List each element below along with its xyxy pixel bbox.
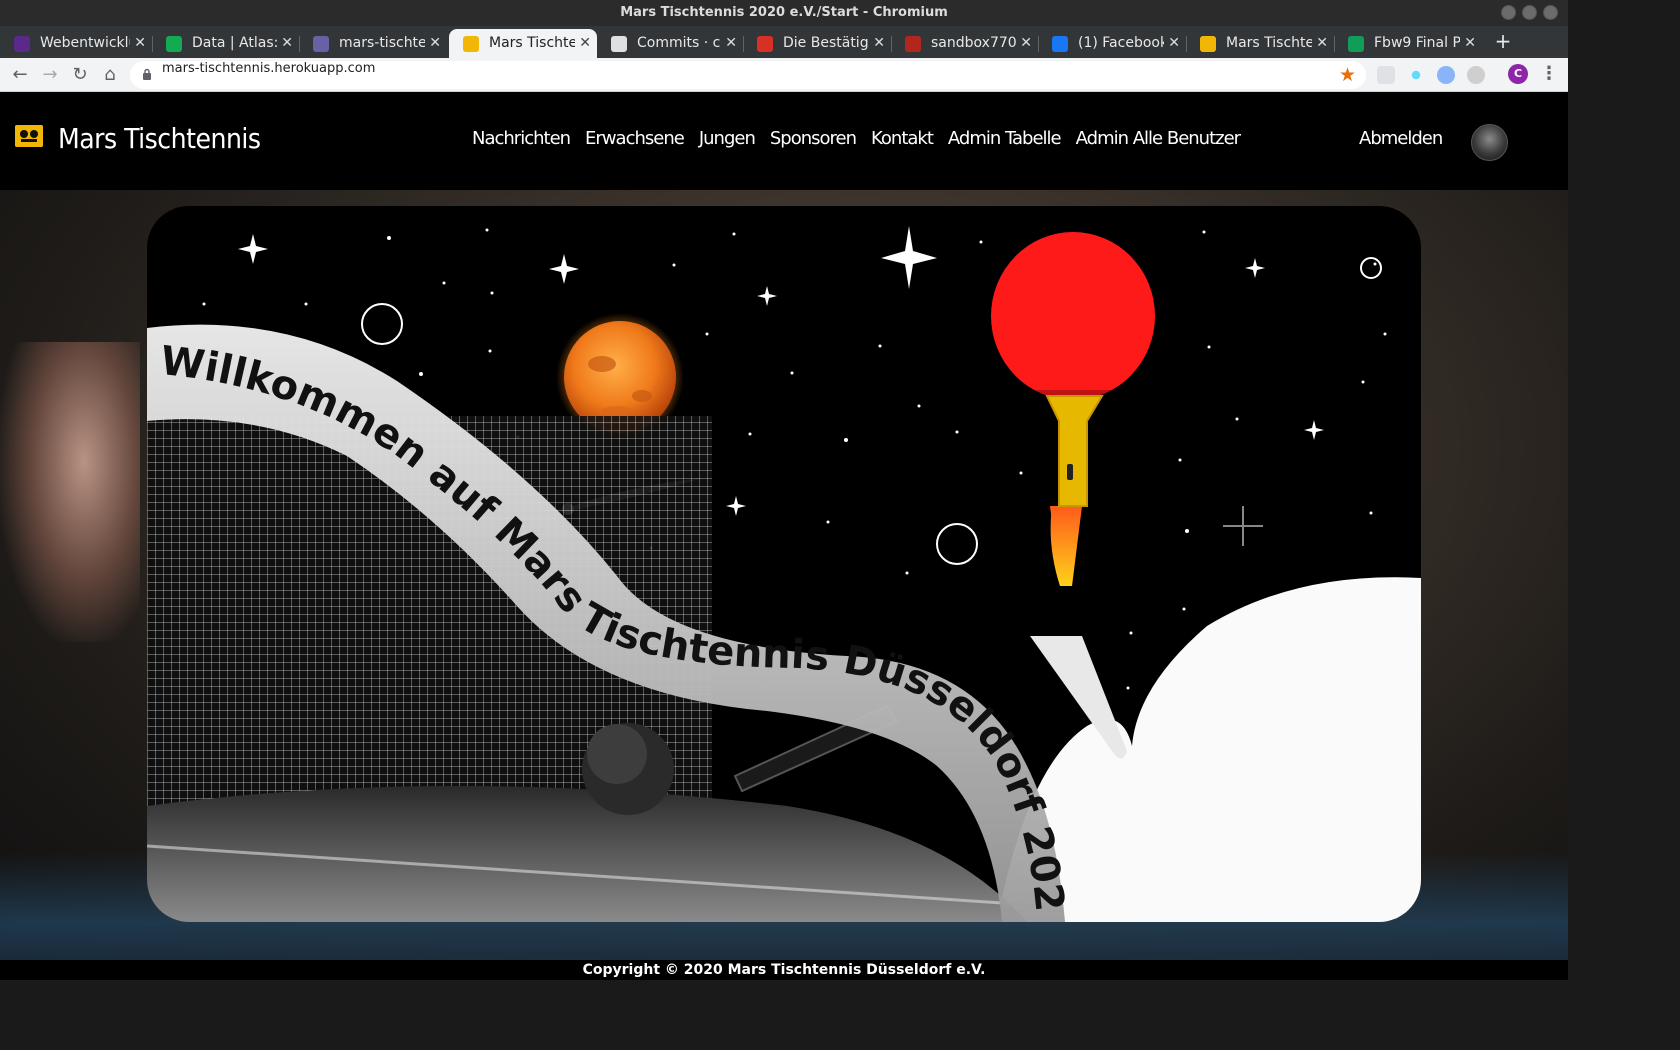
tab-mars-active[interactable]: Mars Tischten ✕ [449, 29, 597, 58]
new-tab-button[interactable]: + [1492, 28, 1514, 54]
window-title: Mars Tischtennis 2020 e.V./Start - Chrom… [620, 5, 948, 20]
maximize-button[interactable] [1522, 5, 1537, 20]
react-devtools-icon[interactable] [1407, 66, 1425, 84]
tab-close-icon[interactable]: ✕ [134, 29, 146, 58]
user-avatar[interactable] [1471, 124, 1508, 161]
lock-icon [143, 68, 151, 80]
back-icon[interactable]: ← [8, 63, 32, 87]
tab-favicon-icon [1200, 36, 1216, 52]
forward-icon[interactable]: → [38, 63, 62, 87]
tab-close-icon[interactable]: ✕ [1316, 29, 1328, 58]
nav-admin-tabelle[interactable]: Admin Tabelle [948, 128, 1062, 149]
url-text: mars-tischtennis.herokuapp.com [162, 61, 376, 76]
tab-commits[interactable]: Commits · cia ✕ [597, 29, 743, 58]
tab-favicon-icon [905, 36, 921, 52]
nav-sponsoren[interactable]: Sponsoren [770, 128, 857, 149]
tab-close-icon[interactable]: ✕ [1168, 29, 1180, 58]
tab-mars-2[interactable]: Mars Tischten ✕ [1186, 29, 1334, 58]
tab-favicon-icon [1348, 36, 1364, 52]
profile-avatar[interactable]: C [1508, 64, 1528, 84]
hero-banner: Willkommen auf Mars Tischtennis Düsseldo… [147, 206, 1421, 922]
nav-nachrichten[interactable]: Nachrichten [472, 128, 571, 149]
extension-icon-2[interactable] [1437, 66, 1455, 84]
tab-sandbox[interactable]: sandbox7707 ✕ [891, 29, 1038, 58]
tab-facebook[interactable]: (1) Facebook ✕ [1038, 29, 1186, 58]
tab-strip: Webentwicklu ✕ Data | Atlas: M ✕ mars-ti… [0, 26, 1568, 58]
tab-close-icon[interactable]: ✕ [579, 29, 591, 58]
mars-logo-icon[interactable] [15, 125, 43, 147]
main-nav: Nachrichten Erwachsene Jungen Sponsoren … [472, 128, 1241, 149]
ball-icon [582, 723, 674, 815]
reload-icon[interactable]: ↻ [68, 63, 92, 87]
tab-close-icon[interactable]: ✕ [1464, 29, 1476, 58]
home-icon[interactable]: ⌂ [98, 63, 122, 87]
browser-toolbar: ← → ↻ ⌂ mars-tischtennis.herokuapp.com ★… [0, 58, 1568, 92]
tab-webentwicklung[interactable]: Webentwicklu ✕ [0, 29, 152, 58]
tab-heroku[interactable]: mars-tischten ✕ [299, 29, 447, 58]
rocket-paddle-icon [990, 232, 1158, 759]
bookmark-star-icon[interactable]: ★ [1339, 62, 1356, 88]
extension-icon[interactable] [1377, 66, 1395, 84]
window-titlebar: Mars Tischtennis 2020 e.V./Start - Chrom… [0, 0, 1568, 26]
tab-gmail[interactable]: Die Bestätigu ✕ [743, 29, 891, 58]
nav-erwachsene[interactable]: Erwachsene [585, 128, 685, 149]
close-window-button[interactable] [1543, 5, 1558, 20]
web-page: Mars Tischtennis Nachrichten Erwachsene … [0, 92, 1568, 980]
brand-link[interactable]: Mars Tischtennis [58, 122, 261, 155]
tab-close-icon[interactable]: ✕ [281, 29, 293, 58]
tab-close-icon[interactable]: ✕ [1020, 29, 1032, 58]
extension-icon-3[interactable] [1467, 66, 1485, 84]
nav-admin-alle-benutzer[interactable]: Admin Alle Benutzer [1076, 128, 1241, 149]
tab-favicon-icon [463, 36, 479, 52]
menu-icon[interactable]: ⋮ [1540, 63, 1558, 84]
tab-favicon-icon [14, 36, 30, 52]
tab-close-icon[interactable]: ✕ [873, 29, 885, 58]
tab-favicon-icon [1052, 36, 1068, 52]
tab-favicon-icon [611, 36, 627, 52]
tab-atlas[interactable]: Data | Atlas: M ✕ [152, 29, 299, 58]
site-footer: Copyright © 2020 Mars Tischtennis Düssel… [0, 960, 1568, 980]
tab-close-icon[interactable]: ✕ [429, 29, 441, 58]
tab-sheets[interactable]: Fbw9 Final Pr ✕ [1334, 29, 1482, 58]
tab-close-icon[interactable]: ✕ [725, 29, 737, 58]
address-bar[interactable]: mars-tischtennis.herokuapp.com ★ [130, 61, 1366, 89]
tab-favicon-icon [313, 36, 329, 52]
site-navbar: Mars Tischtennis Nachrichten Erwachsene … [0, 92, 1568, 190]
tab-favicon-icon [757, 36, 773, 52]
minimize-button[interactable] [1501, 5, 1516, 20]
logout-link[interactable]: Abmelden [1359, 128, 1443, 149]
hero-illustration: Willkommen auf Mars Tischtennis Düsseldo… [147, 206, 1421, 922]
tab-favicon-icon [166, 36, 182, 52]
nav-jungen[interactable]: Jungen [699, 128, 756, 149]
copyright-text: Copyright © 2020 Mars Tischtennis Düssel… [582, 962, 986, 978]
nav-kontakt[interactable]: Kontakt [871, 128, 934, 149]
